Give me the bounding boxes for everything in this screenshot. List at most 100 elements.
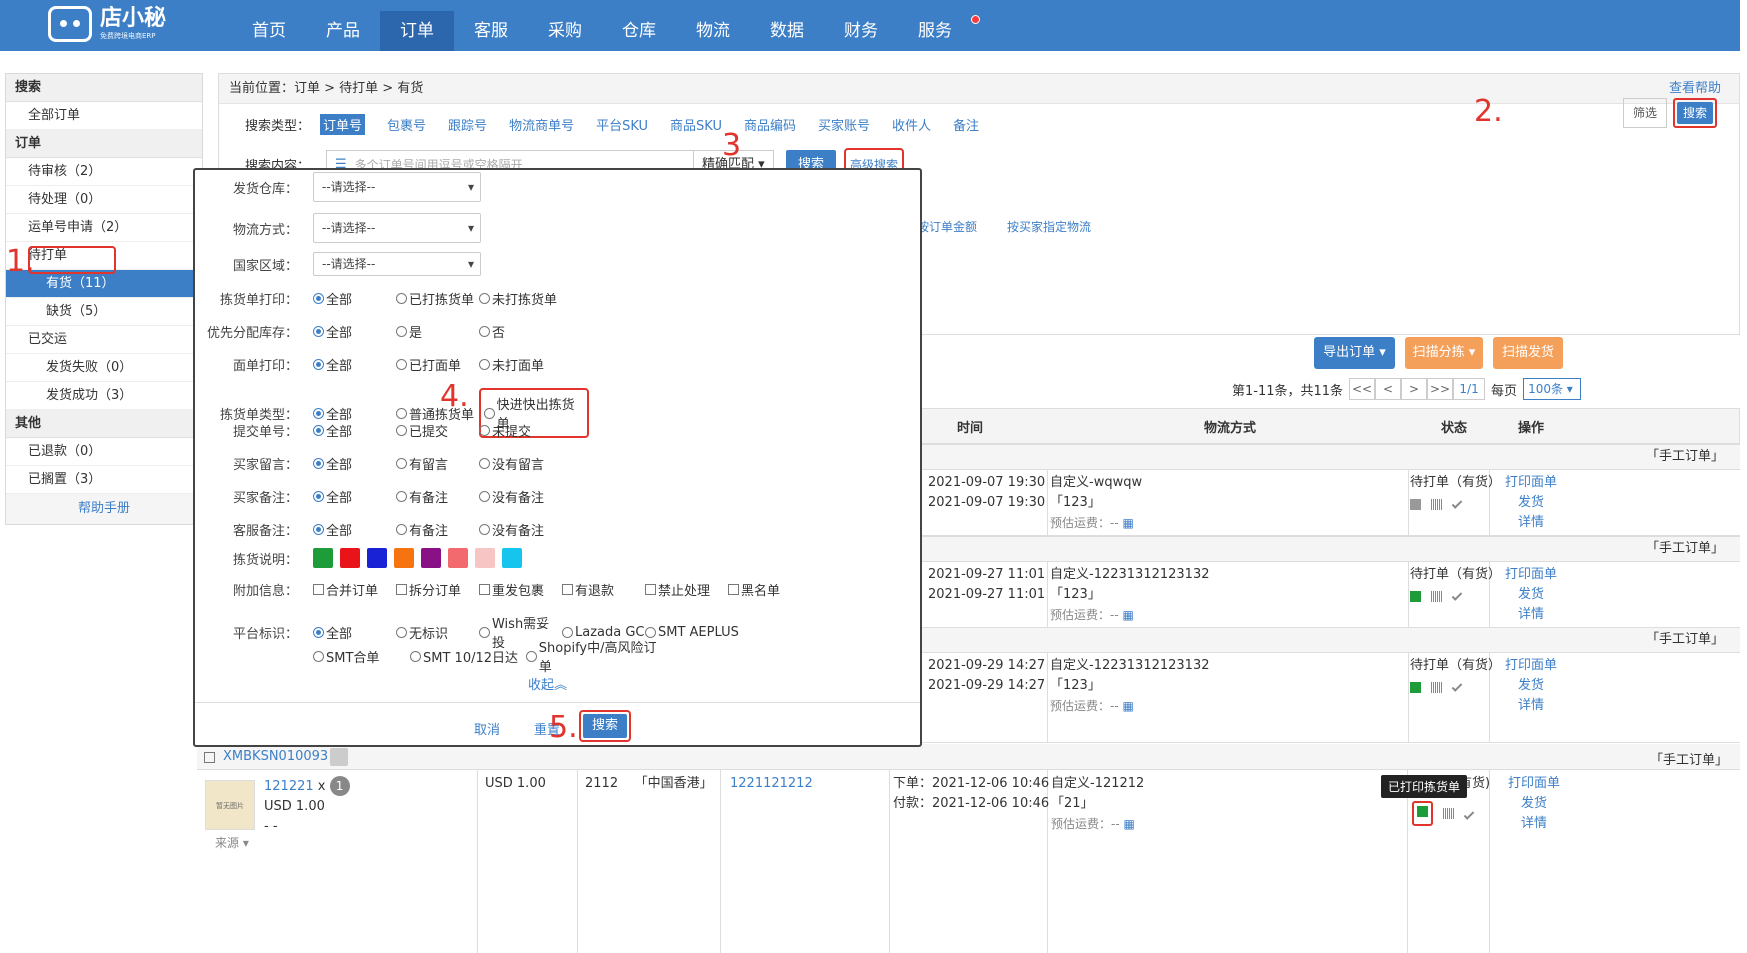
quick-filter-amount[interactable]: 按订单金额	[917, 218, 977, 235]
color-swatch-3[interactable]	[367, 548, 387, 568]
export-orders-button[interactable]: 导出订单 ▾	[1314, 337, 1395, 369]
sidebar-item-ship-failed[interactable]: 发货失败（0）	[6, 354, 202, 382]
extra-forbidden-checkbox[interactable]: 禁止处理	[645, 580, 728, 599]
ship-link[interactable]: 发货	[1500, 493, 1562, 513]
warehouse-select[interactable]: --请选择--	[313, 172, 481, 202]
pick-list-printed-icon[interactable]	[1410, 682, 1421, 693]
search-type-package-no[interactable]: 包裹号	[387, 115, 426, 134]
product-thumbnail[interactable]: 暂无图片	[205, 780, 255, 830]
platform-smt-merge-radio[interactable]: SMT合单	[313, 637, 410, 675]
logistics-select[interactable]: --请选择--	[313, 213, 481, 243]
print-label-link[interactable]: 打印面单	[1503, 774, 1565, 794]
copy-icon[interactable]	[330, 748, 348, 766]
order-id-link[interactable]: XMBKSN010093	[223, 749, 328, 764]
detail-link[interactable]: 详情	[1500, 696, 1562, 716]
sidebar-item-refunded[interactable]: 已退款（0）	[6, 438, 202, 466]
sidebar-item-pending-review[interactable]: 待审核（2）	[6, 158, 202, 186]
submit-all-radio[interactable]: 全部	[313, 421, 396, 440]
barcode-icon[interactable]	[1443, 808, 1454, 819]
pick-list-printed-icon[interactable]	[1410, 591, 1421, 602]
buyer-note-all-radio[interactable]: 全部	[313, 487, 396, 506]
color-swatch-8[interactable]	[502, 548, 522, 568]
sidebar-item-out-of-stock[interactable]: 缺货（5）	[6, 298, 202, 326]
priority-no-radio[interactable]: 否	[479, 322, 562, 341]
sidebar-item-all-orders[interactable]: 全部订单	[6, 102, 202, 130]
pager-prev[interactable]: <	[1375, 378, 1402, 400]
sidebar-item-shipped[interactable]: 已交运	[6, 326, 202, 354]
sidebar-item-on-hold[interactable]: 已搁置（3）	[6, 466, 202, 494]
buyer-note-yes-radio[interactable]: 有备注	[396, 487, 479, 506]
ship-link[interactable]: 发货	[1503, 794, 1565, 814]
nav-products[interactable]: 产品	[306, 11, 380, 51]
calculator-icon[interactable]: ▦	[1123, 699, 1134, 713]
extra-resend-checkbox[interactable]: 重发包裹	[479, 580, 562, 599]
sidebar-item-in-stock[interactable]: 有货（11）	[6, 270, 202, 298]
platform-shopify-risk-radio[interactable]: Shopify中/高风险订单	[526, 637, 666, 675]
search-type-buyer-account[interactable]: 买家账号	[818, 115, 870, 134]
check-icon[interactable]	[1463, 809, 1475, 820]
search-type-product-sku[interactable]: 商品SKU	[670, 115, 722, 134]
nav-service[interactable]: 服务	[898, 11, 980, 51]
buyer-msg-no-radio[interactable]: 没有留言	[479, 454, 562, 473]
nav-logistics[interactable]: 物流	[676, 11, 750, 51]
nav-purchase[interactable]: 采购	[528, 11, 602, 51]
barcode-icon[interactable]	[1431, 591, 1442, 602]
ship-link[interactable]: 发货	[1500, 676, 1562, 696]
search-button-2[interactable]: 搜索	[1677, 102, 1713, 124]
extra-blacklist-checkbox[interactable]: 黑名单	[728, 580, 811, 599]
extra-refund-checkbox[interactable]: 有退款	[562, 580, 645, 599]
search-type-recipient[interactable]: 收件人	[892, 115, 931, 134]
nav-data[interactable]: 数据	[750, 11, 824, 51]
detail-link[interactable]: 详情	[1500, 605, 1562, 625]
quick-filter-buyer-logistics[interactable]: 按买家指定物流	[1007, 218, 1091, 235]
search-type-order-no[interactable]: 订单号	[320, 114, 366, 135]
color-swatch-1[interactable]	[313, 548, 333, 568]
pager-first[interactable]: <<	[1349, 378, 1376, 400]
filter-button[interactable]: 筛选	[1623, 98, 1667, 128]
buyer-note-no-radio[interactable]: 没有备注	[479, 487, 562, 506]
check-icon[interactable]	[1451, 498, 1463, 509]
barcode-icon[interactable]	[1431, 682, 1442, 693]
calculator-icon[interactable]: ▦	[1123, 608, 1134, 622]
platform-smt-1012-radio[interactable]: SMT 10/12日达	[410, 637, 526, 675]
region-select[interactable]: --请选择--	[313, 252, 481, 276]
order-checkbox[interactable]	[204, 752, 215, 763]
source-dropdown[interactable]: 来源 ▾	[215, 834, 249, 851]
pick-print-unprinted-radio[interactable]: 未打拣货单	[479, 289, 562, 308]
check-icon[interactable]	[1451, 590, 1463, 601]
print-label-link[interactable]: 打印面单	[1500, 565, 1562, 585]
priority-all-radio[interactable]: 全部	[313, 322, 396, 341]
nav-orders[interactable]: 订单	[380, 11, 454, 51]
filter-search-button[interactable]: 搜索	[583, 714, 627, 738]
pager-next[interactable]: >	[1401, 378, 1428, 400]
search-type-carrier-no[interactable]: 物流商单号	[509, 115, 574, 134]
barcode-icon[interactable]	[1431, 499, 1442, 510]
face-printed-radio[interactable]: 已打面单	[396, 355, 479, 374]
extra-merged-checkbox[interactable]: 合并订单	[313, 580, 396, 599]
sidebar-help-link[interactable]: 帮助手册	[6, 494, 202, 524]
search-type-platform-sku[interactable]: 平台SKU	[596, 115, 648, 134]
logo[interactable]: 店小秘 免费跨境电商ERP	[48, 6, 166, 42]
color-swatch-7[interactable]	[475, 548, 495, 568]
collapse-link[interactable]: 收起︽	[528, 674, 567, 693]
pick-list-printed-icon[interactable]	[1417, 806, 1428, 817]
pick-print-all-radio[interactable]: 全部	[313, 289, 396, 308]
pager-last[interactable]: >>	[1427, 378, 1454, 400]
calculator-icon[interactable]: ▦	[1124, 817, 1135, 831]
nav-finance[interactable]: 财务	[824, 11, 898, 51]
face-unprinted-radio[interactable]: 未打面单	[479, 355, 562, 374]
submit-yes-radio[interactable]: 已提交	[396, 421, 479, 440]
sidebar-item-pending-process[interactable]: 待处理（0）	[6, 186, 202, 214]
page-size-select[interactable]: 100条 ▾	[1523, 378, 1582, 400]
color-swatch-6[interactable]	[448, 548, 468, 568]
buyer-msg-yes-radio[interactable]: 有留言	[396, 454, 479, 473]
calculator-icon[interactable]: ▦	[1123, 516, 1134, 530]
search-type-tracking-no[interactable]: 跟踪号	[448, 115, 487, 134]
detail-link[interactable]: 详情	[1503, 814, 1565, 834]
nav-warehouse[interactable]: 仓库	[602, 11, 676, 51]
scan-ship-button[interactable]: 扫描发货	[1493, 337, 1563, 369]
color-swatch-2[interactable]	[340, 548, 360, 568]
submit-no-radio[interactable]: 未提交	[479, 421, 562, 440]
cs-note-all-radio[interactable]: 全部	[313, 520, 396, 539]
ship-link[interactable]: 发货	[1500, 585, 1562, 605]
